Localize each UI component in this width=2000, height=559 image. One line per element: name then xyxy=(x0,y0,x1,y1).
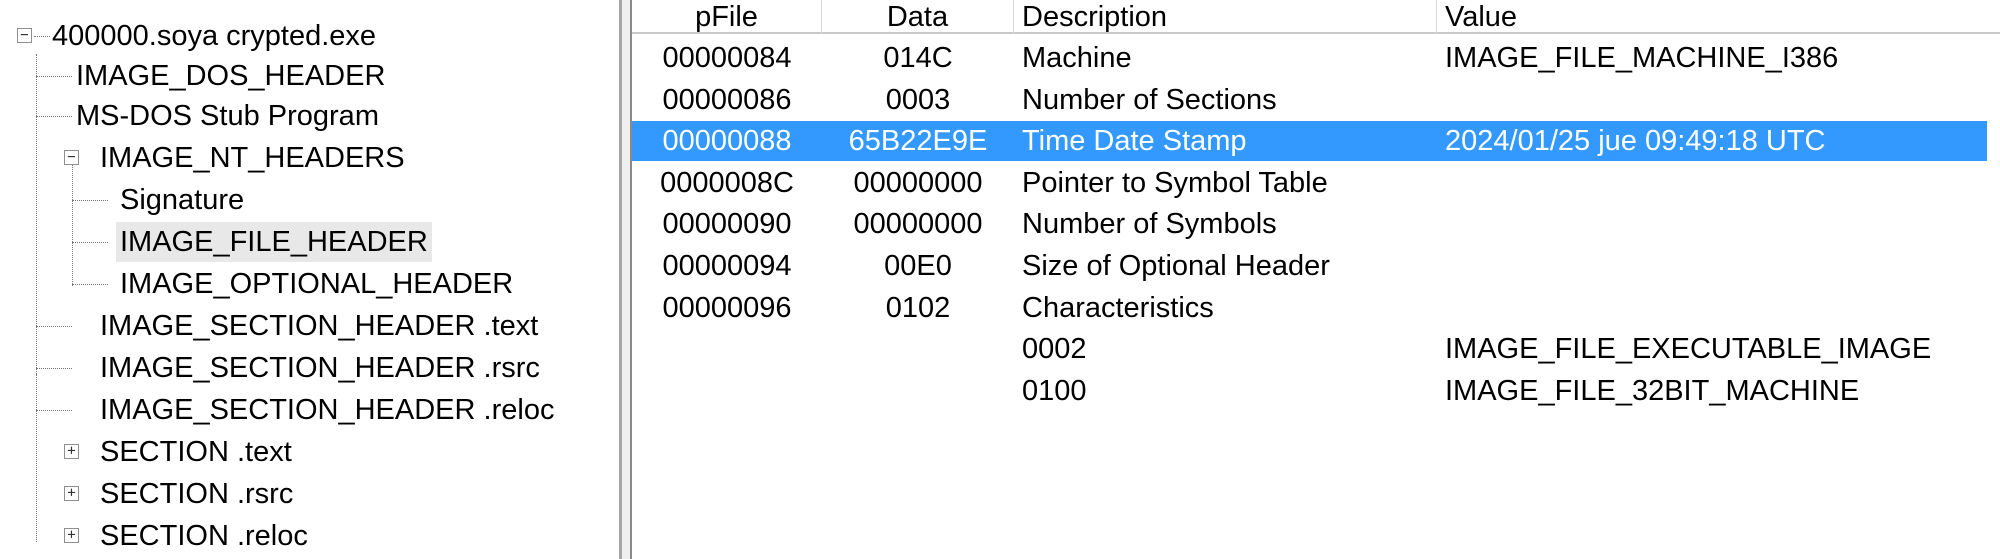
tree-item-label: IMAGE_OPTIONAL_HEADER xyxy=(120,268,514,300)
tree-item-label: Signature xyxy=(120,184,245,216)
cell-data: 00000000 xyxy=(853,208,983,241)
pe-viewer-window: − 400000.soya crypted.exe IMAGE_DOS_HEAD… xyxy=(0,0,2000,559)
tree-item-label: IMAGE_NT_HEADERS xyxy=(100,142,405,174)
cell-description: Number of Sections xyxy=(1022,83,1277,116)
cell-description: Number of Symbols xyxy=(1022,208,1277,241)
tree-item-label: IMAGE_SECTION_HEADER .rsrc xyxy=(100,352,540,384)
cell-pfile: 00000084 xyxy=(662,42,792,74)
cell-data: 0102 xyxy=(885,291,951,324)
list-header: pFile Data Description Value xyxy=(632,0,2000,34)
table-row[interactable]: 00000094 00E0 Size of Optional Header xyxy=(632,246,1987,286)
collapse-icon[interactable]: − xyxy=(17,28,32,43)
cell-data: 00000000 xyxy=(853,166,983,199)
cell-pfile: 00000086 xyxy=(662,83,792,116)
tree-connector xyxy=(72,150,73,286)
cell-description: Pointer to Symbol Table xyxy=(1022,166,1328,199)
cell-data: 00E0 xyxy=(884,250,952,282)
cell-description: 0002 xyxy=(1022,333,1087,366)
tree-item-label: SECTION .text xyxy=(100,436,292,468)
cell-pfile: 00000090 xyxy=(662,208,792,241)
tree-item-label: IMAGE_SECTION_HEADER .reloc xyxy=(100,394,555,426)
cell-value: IMAGE_FILE_MACHINE_I386 xyxy=(1445,42,1839,74)
structure-tree[interactable]: − 400000.soya crypted.exe IMAGE_DOS_HEAD… xyxy=(0,0,622,559)
tree-item-label: SECTION .reloc xyxy=(100,520,308,552)
collapse-icon[interactable]: − xyxy=(64,150,79,165)
cell-value: IMAGE_FILE_32BIT_MACHINE xyxy=(1445,374,1860,407)
expand-icon[interactable]: + xyxy=(64,528,79,543)
tree-root-label: 400000.soya crypted.exe xyxy=(52,20,377,52)
cell-pfile: 0000008C xyxy=(660,166,794,199)
table-row[interactable]: 0000008C 00000000 Pointer to Symbol Table xyxy=(632,163,1987,203)
expand-icon[interactable]: + xyxy=(64,486,79,501)
pane-splitter[interactable] xyxy=(622,0,632,559)
cell-value: 2024/01/25 jue 09:49:18 UTC xyxy=(1445,125,1826,158)
column-header-pfile[interactable]: pFile xyxy=(632,0,822,34)
tree-item-label: IMAGE_DOS_HEADER xyxy=(76,60,386,92)
table-row[interactable]: 0002 IMAGE_FILE_EXECUTABLE_IMAGE xyxy=(632,329,1987,369)
cell-pfile: 00000096 xyxy=(662,291,792,324)
cell-description: 0100 xyxy=(1022,374,1087,407)
cell-description: Time Date Stamp xyxy=(1022,125,1247,158)
column-header-description[interactable]: Description xyxy=(1014,0,1437,34)
tree-item-label: MS-DOS Stub Program xyxy=(76,100,379,132)
table-row[interactable]: 00000086 0003 Number of Sections xyxy=(632,80,1987,120)
tree-item-label: IMAGE_SECTION_HEADER .text xyxy=(100,310,539,342)
column-header-data[interactable]: Data xyxy=(822,0,1014,34)
cell-description: Characteristics xyxy=(1022,291,1214,324)
details-list[interactable]: pFile Data Description Value 00000084 014… xyxy=(632,0,2000,559)
cell-data: 65B22E9E xyxy=(848,125,988,158)
cell-pfile: 00000088 xyxy=(662,125,792,158)
table-row[interactable]: 00000088 65B22E9E Time Date Stamp 2024/01/2… xyxy=(632,121,1987,162)
tree-item-label: SECTION .rsrc xyxy=(100,478,294,510)
table-row[interactable]: 00000096 0102 Characteristics xyxy=(632,288,1987,328)
cell-data: 0003 xyxy=(885,83,951,116)
table-row[interactable]: 00000090 00000000 Number of Symbols xyxy=(632,204,1987,244)
table-row[interactable]: 0100 IMAGE_FILE_32BIT_MACHINE xyxy=(632,371,1987,411)
cell-value: IMAGE_FILE_EXECUTABLE_IMAGE xyxy=(1445,333,1932,366)
tree-connector xyxy=(36,374,37,542)
expand-icon[interactable]: + xyxy=(64,444,79,459)
column-header-value[interactable]: Value xyxy=(1437,0,1987,34)
tree-item-label: IMAGE_FILE_HEADER xyxy=(116,222,432,262)
cell-description: Machine xyxy=(1022,42,1132,74)
cell-pfile: 00000094 xyxy=(662,250,792,282)
cell-description: Size of Optional Header xyxy=(1022,250,1330,282)
table-row[interactable]: 00000084 014C Machine IMAGE_FILE_MACHINE_I3… xyxy=(632,38,1987,78)
cell-data: 014C xyxy=(883,42,953,74)
